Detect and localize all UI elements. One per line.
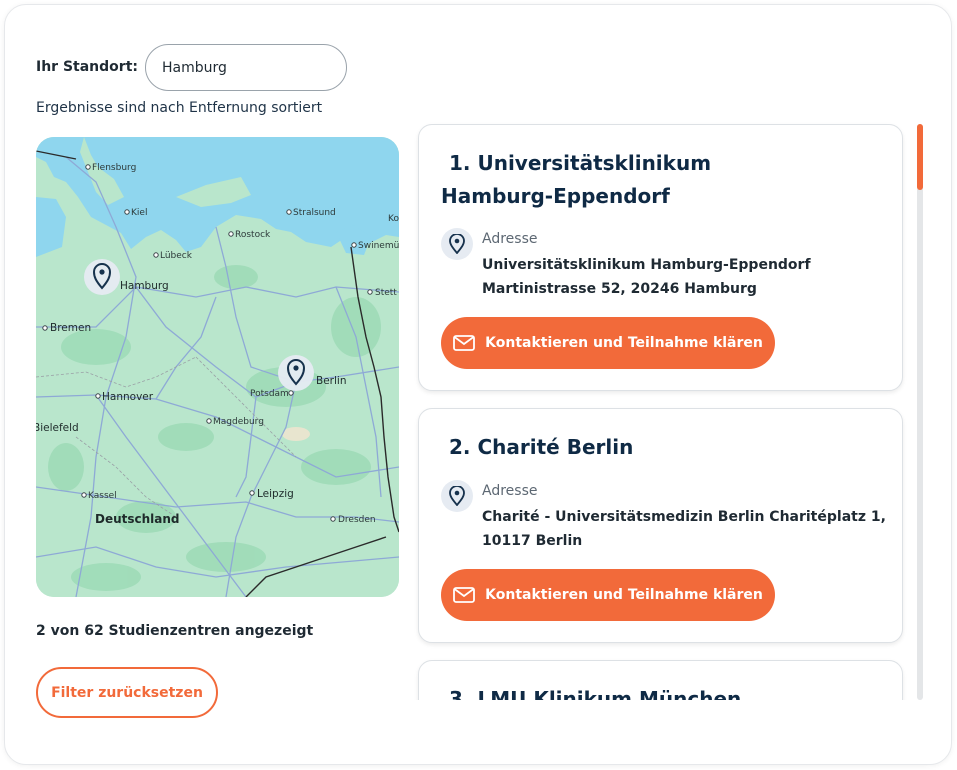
result-card: 3. LMU Klinikum München [418, 660, 903, 700]
result-title: 1. Universitätsklinikum [449, 151, 712, 175]
address-label: Adresse [482, 231, 538, 247]
map-label-flensburg: Flensburg [92, 163, 136, 173]
results-scrollbar-thumb[interactable] [917, 124, 923, 190]
mail-icon [453, 335, 476, 351]
map-marker-hamburg[interactable] [84, 259, 120, 295]
contact-button-label: Kontaktieren und Teilnahme klären [485, 335, 763, 351]
map-label-kiel: Kiel [131, 208, 147, 218]
address-line2: 10117 Berlin [482, 533, 583, 549]
map-label-potsdam: Potsdam [250, 389, 289, 399]
map-marker-berlin[interactable] [278, 355, 314, 391]
map[interactable]: Flensburg Kiel Stralsund Rostock Lübeck … [36, 137, 399, 597]
map-canvas: Flensburg Kiel Stralsund Rostock Lübeck … [36, 137, 399, 597]
address-label: Adresse [482, 483, 538, 499]
address-line1: Universitätsklinikum Hamburg-Eppendorf [482, 257, 811, 273]
map-label-country: Deutschland [95, 512, 180, 526]
reset-filter-button[interactable]: Filter zurücksetzen [36, 667, 218, 718]
result-title-line2: Hamburg-Eppendorf [441, 184, 670, 208]
map-label-stettin: Stett [375, 288, 397, 298]
map-label-ko: Ko [388, 214, 399, 224]
mail-icon [453, 587, 476, 603]
map-pin-icon [441, 228, 473, 260]
map-label-swinemuende: Swinemünde [358, 241, 399, 251]
result-title: 2. Charité Berlin [449, 435, 634, 459]
map-label-magdeburg: Magdeburg [213, 417, 264, 427]
map-label-bremen: Bremen [50, 322, 91, 334]
result-title: 3. LMU Klinikum München [449, 687, 742, 700]
map-label-hamburg: Hamburg [120, 280, 169, 292]
map-label-stralsund: Stralsund [293, 208, 336, 218]
map-label-hannover: Hannover [102, 391, 154, 403]
contact-button[interactable]: Kontaktieren und Teilnahme klären [441, 317, 775, 369]
results-scrollbar[interactable] [917, 124, 923, 700]
location-label: Ihr Standort: [36, 59, 138, 75]
map-label-dresden: Dresden [338, 515, 376, 525]
map-label-rostock: Rostock [235, 230, 271, 240]
address-line2: Martinistrasse 52, 20246 Hamburg [482, 281, 757, 297]
map-label-luebeck: Lübeck [160, 251, 193, 261]
map-label-leipzig: Leipzig [257, 488, 294, 500]
contact-button-label: Kontaktieren und Teilnahme klären [485, 587, 763, 603]
address-line1: Charité - Universitätsmedizin Berlin Cha… [482, 509, 886, 525]
map-label-berlin: Berlin [316, 375, 346, 387]
results-count: 2 von 62 Studienzentren angezeigt [36, 623, 314, 639]
result-card: 1. Universitätsklinikum Hamburg-Eppendor… [418, 124, 903, 391]
results-list[interactable]: 1. Universitätsklinikum Hamburg-Eppendor… [410, 116, 910, 700]
map-label-kassel: Kassel [88, 491, 117, 501]
result-card: 2. Charité Berlin Adresse Charité - Univ… [418, 408, 903, 643]
contact-button[interactable]: Kontaktieren und Teilnahme klären [441, 569, 775, 621]
map-label-bielefeld: Bielefeld [36, 422, 79, 434]
map-pin-icon [441, 480, 473, 512]
sort-note: Ergebnisse sind nach Entfernung sortiert [36, 100, 323, 116]
location-input[interactable] [145, 44, 347, 91]
